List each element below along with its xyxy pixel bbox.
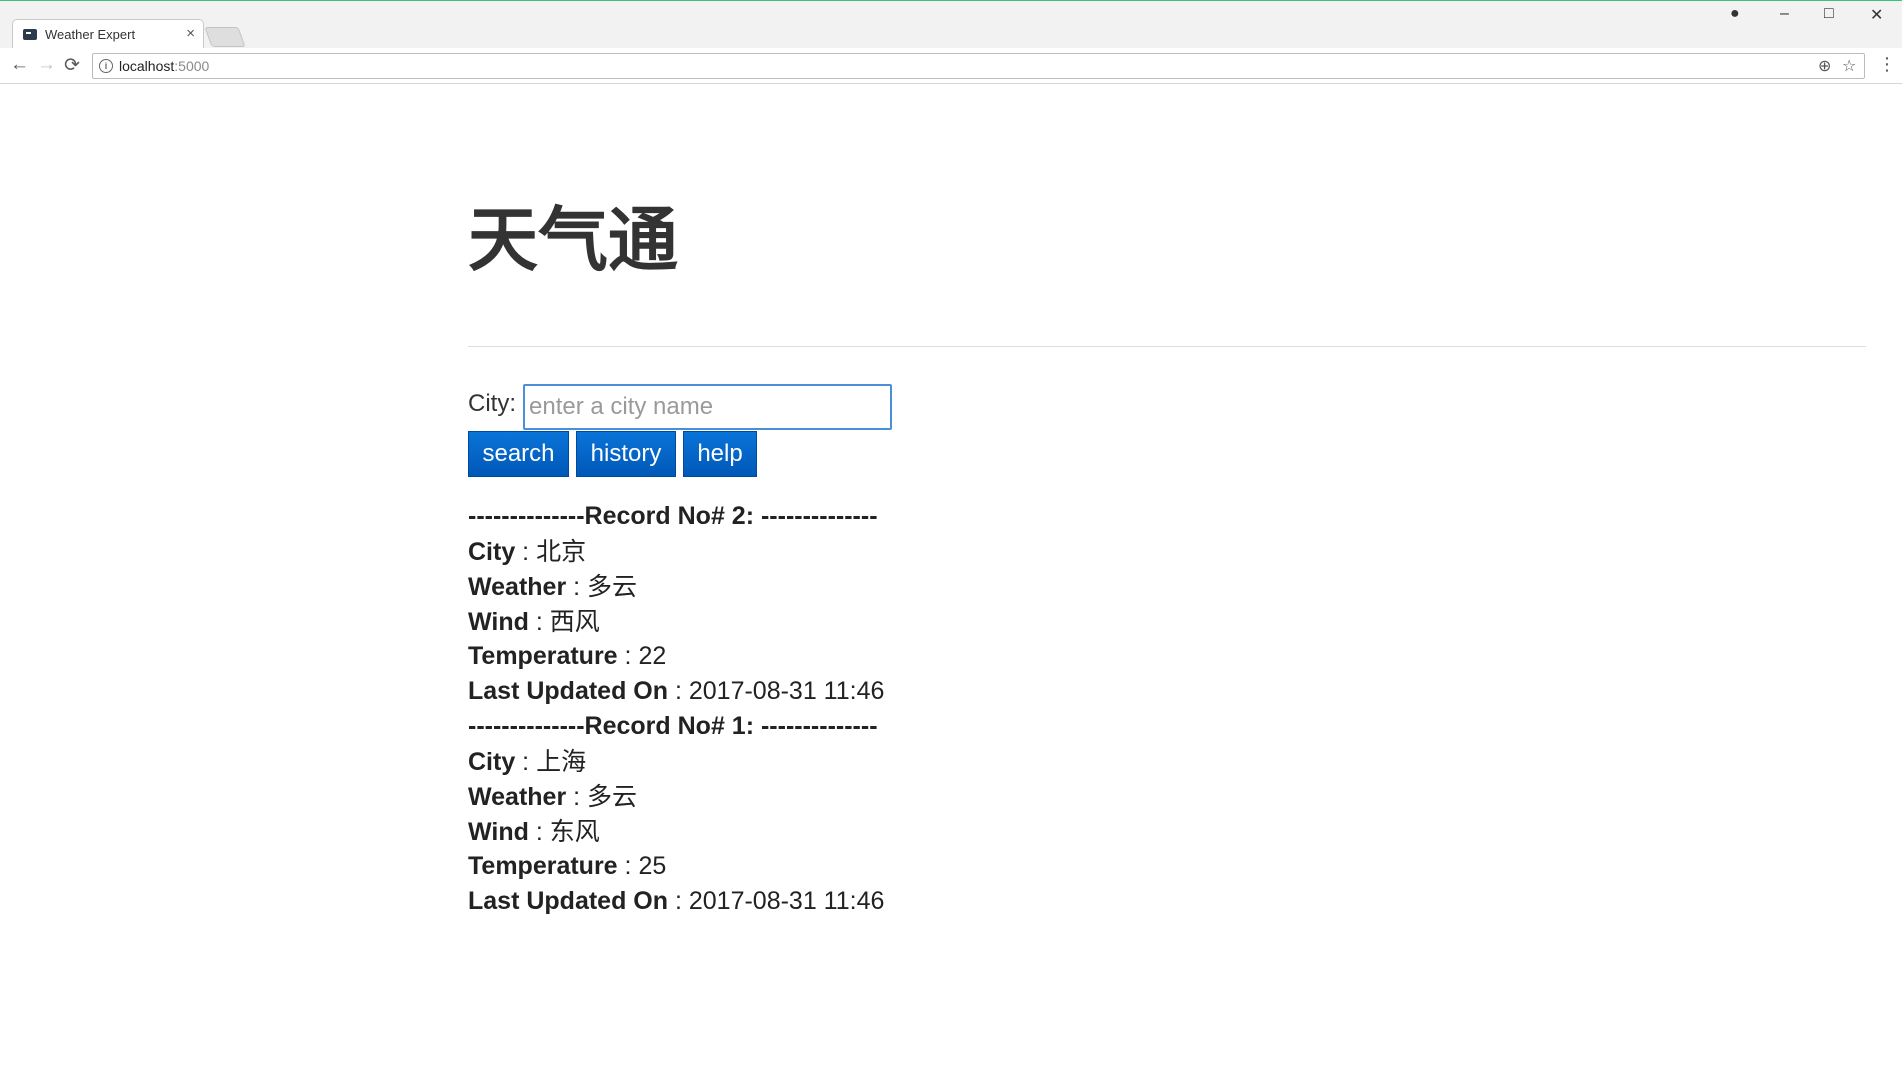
tab-strip: Weather Expert × ● – □ ✕ [0, 1, 1902, 49]
account-icon[interactable]: ● [1730, 5, 1740, 23]
forward-arrow-icon[interactable]: → [37, 54, 56, 76]
city-label: City: [468, 390, 516, 417]
reload-icon[interactable]: ⟳ [64, 54, 80, 77]
field-value: 西风 [549, 607, 600, 636]
url-port: :5000 [174, 58, 210, 74]
record-header-text: --------------Record No# 1: ------------… [468, 712, 878, 740]
browser-toolbar: ← → ⟳ i localhost:5000 ⊕ ☆ ⋮ [0, 48, 1902, 84]
bookmark-star-icon[interactable]: ☆ [1842, 56, 1856, 76]
record-header: --------------Record No# 2: ------------… [468, 499, 884, 534]
maximize-icon[interactable]: □ [1824, 5, 1834, 23]
field-value: 上海 [536, 747, 587, 776]
record-city: City : 上海 [468, 747, 587, 776]
field-value: 25 [638, 852, 667, 880]
record-wind: Wind : 西风 [468, 607, 600, 636]
browser-menu-icon[interactable]: ⋮ [1878, 54, 1896, 75]
tab-close-icon[interactable]: × [186, 25, 195, 42]
record-updated: Last Updated On : 2017-08-31 11:46 [468, 677, 885, 705]
record-city: City : 北京 [468, 537, 587, 566]
records-list: --------------Record No# 2: ------------… [468, 499, 884, 919]
field-label: Wind [468, 818, 529, 846]
record-weather: Weather : 多云 [468, 572, 638, 601]
field-value: 多云 [587, 572, 638, 601]
field-value: 多云 [587, 782, 638, 811]
record-updated: Last Updated On : 2017-08-31 11:46 [468, 887, 885, 915]
address-bar[interactable]: i localhost:5000 ⊕ ☆ [92, 53, 1865, 79]
field-label: Wind [468, 608, 529, 636]
field-label: Weather [468, 573, 567, 601]
history-button[interactable]: history [576, 431, 676, 477]
field-value: 22 [638, 642, 667, 670]
new-tab-button[interactable] [204, 27, 246, 47]
field-value: 2017-08-31 11:46 [688, 887, 885, 915]
search-button[interactable]: search [468, 431, 569, 477]
field-value: 北京 [536, 537, 587, 566]
divider [468, 346, 1866, 347]
browser-tab[interactable]: Weather Expert × [12, 19, 204, 49]
record-header: --------------Record No# 1: ------------… [468, 709, 884, 744]
field-label: City [468, 748, 516, 776]
record-wind: Wind : 东风 [468, 817, 600, 846]
field-label: Weather [468, 783, 567, 811]
city-input[interactable] [523, 384, 892, 430]
url-text: localhost:5000 [119, 58, 209, 74]
record-temperature: Temperature : 22 [468, 642, 667, 670]
field-value: 2017-08-31 11:46 [688, 677, 885, 705]
field-label: Last Updated On [468, 677, 669, 705]
minimize-icon[interactable]: – [1780, 5, 1789, 23]
field-label: City [468, 538, 516, 566]
back-arrow-icon[interactable]: ← [10, 54, 29, 76]
page-title: 天气通 [468, 199, 678, 281]
close-window-icon[interactable]: ✕ [1870, 5, 1883, 25]
record-weather: Weather : 多云 [468, 782, 638, 811]
field-value: 东风 [549, 817, 600, 846]
field-label: Temperature [468, 852, 618, 880]
record-temperature: Temperature : 25 [468, 852, 667, 880]
terminal-favicon-icon [23, 29, 37, 40]
help-button[interactable]: help [683, 431, 757, 477]
zoom-icon[interactable]: ⊕ [1818, 56, 1831, 76]
url-host: localhost [119, 58, 175, 74]
field-label: Last Updated On [468, 887, 669, 915]
record-header-text: --------------Record No# 2: ------------… [468, 502, 878, 530]
info-icon[interactable]: i [99, 59, 113, 73]
page-content: 天气通 City: search history help ----------… [0, 84, 1902, 1080]
tab-title: Weather Expert [45, 27, 136, 42]
field-label: Temperature [468, 642, 618, 670]
